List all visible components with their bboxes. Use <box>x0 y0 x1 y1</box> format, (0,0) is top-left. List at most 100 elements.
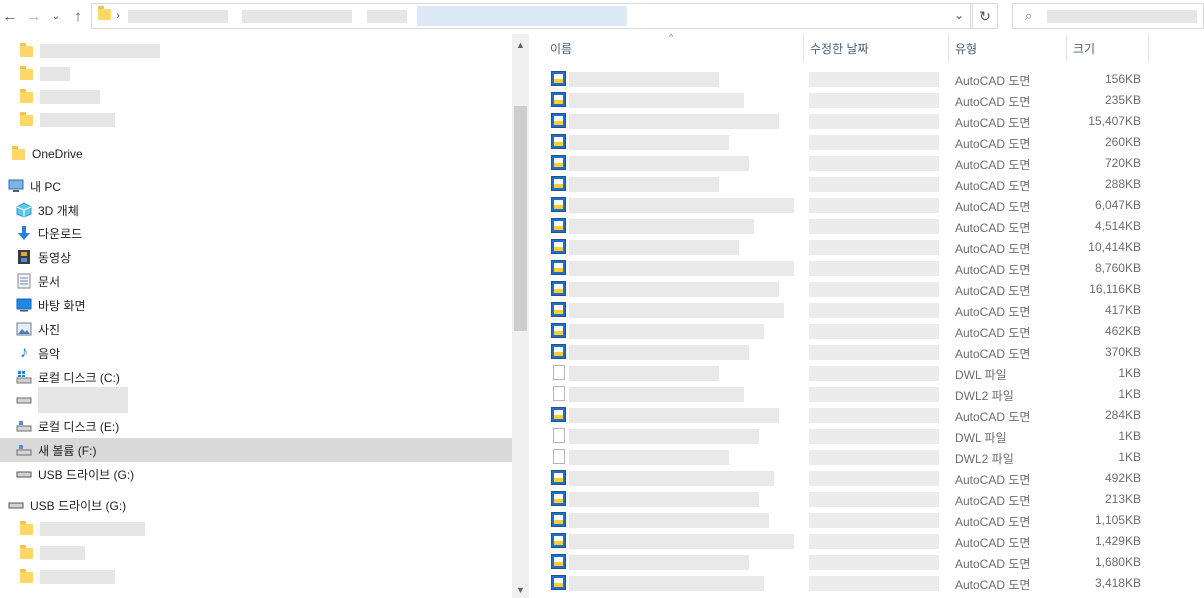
file-row[interactable]: DWL2 파일 1KB <box>529 447 1204 468</box>
nav-drive-f[interactable]: 새 볼륨 (F:) <box>0 438 512 462</box>
file-type: DWL 파일 <box>955 431 1007 445</box>
address-bar[interactable]: › ⌄ <box>91 3 971 29</box>
column-header-size[interactable]: 크기 <box>1067 34 1149 62</box>
file-row[interactable]: DWL 파일 1KB <box>529 426 1204 447</box>
nav-onedrive[interactable]: OneDrive <box>0 142 512 166</box>
file-date-redacted <box>809 555 939 570</box>
file-row[interactable]: DWL 파일 1KB <box>529 363 1204 384</box>
file-row[interactable]: AutoCAD 도면 3,418KB <box>529 573 1204 594</box>
file-row[interactable]: AutoCAD 도면 417KB <box>529 300 1204 321</box>
file-name-redacted <box>569 471 774 486</box>
nav-label-redacted <box>40 522 145 536</box>
forward-arrow-icon[interactable]: → <box>24 6 44 26</box>
nav-this-pc[interactable]: 내 PC <box>0 174 512 198</box>
file-size: 10,414KB <box>1088 240 1141 254</box>
dwg-icon <box>551 239 567 255</box>
nav-folder-redacted[interactable] <box>0 62 512 86</box>
file-row[interactable]: AutoCAD 도면 492KB <box>529 468 1204 489</box>
file-row[interactable]: AutoCAD 도면 720KB <box>529 153 1204 174</box>
windows-drive-icon <box>16 369 32 385</box>
nav-label-redacted <box>40 44 160 58</box>
recent-locations-chevron-icon[interactable]: ⌄ <box>46 6 66 26</box>
file-row[interactable]: AutoCAD 도면 260KB <box>529 132 1204 153</box>
drive-icon <box>16 442 32 458</box>
nav-desktop[interactable]: 바탕 화면 <box>0 293 512 317</box>
file-type: AutoCAD 도면 <box>955 494 1031 508</box>
file-row[interactable]: AutoCAD 도면 284KB <box>529 405 1204 426</box>
file-row[interactable]: AutoCAD 도면 370KB <box>529 342 1204 363</box>
file-date-redacted <box>809 534 939 549</box>
dwg-icon <box>551 302 567 318</box>
file-row[interactable]: AutoCAD 도면 15,407KB <box>529 111 1204 132</box>
nav-drive-e[interactable]: 로컬 디스크 (E:) <box>0 414 512 438</box>
nav-label: 3D 개체 <box>38 203 79 218</box>
file-row[interactable]: AutoCAD 도면 10,414KB <box>529 237 1204 258</box>
nav-documents[interactable]: 문서 <box>0 269 512 293</box>
file-size: 1,105KB <box>1094 513 1141 527</box>
nav-label: 로컬 디스크 (E:) <box>38 419 120 434</box>
file-name-redacted <box>569 72 719 87</box>
nav-folder-redacted[interactable] <box>0 39 512 63</box>
nav-drive-g[interactable]: USB 드라이브 (G:) <box>0 462 512 486</box>
nav-drive-redacted[interactable] <box>0 387 512 413</box>
file-row[interactable]: AutoCAD 도면 288KB <box>529 174 1204 195</box>
file-date-redacted <box>809 366 939 381</box>
column-header-name[interactable]: 이름 <box>544 34 804 62</box>
file-name-redacted <box>569 576 764 591</box>
nav-folder-redacted[interactable] <box>0 541 512 565</box>
nav-label-redacted <box>40 570 115 584</box>
scrollbar-thumb[interactable] <box>514 106 527 331</box>
file-type: DWL2 파일 <box>955 389 1014 403</box>
file-name-redacted <box>569 156 749 171</box>
nav-folder-redacted[interactable] <box>0 85 512 109</box>
up-arrow-icon[interactable]: ↑ <box>68 6 88 26</box>
file-date-redacted <box>809 72 939 87</box>
nav-folder-redacted[interactable] <box>0 517 512 541</box>
scroll-down-arrow-icon[interactable]: ▼ <box>512 581 529 598</box>
usb-drive-icon <box>8 497 24 513</box>
file-row[interactable]: AutoCAD 도면 156KB <box>529 69 1204 90</box>
file-row[interactable]: AutoCAD 도면 1,680KB <box>529 552 1204 573</box>
file-size: 462KB <box>1104 324 1141 338</box>
file-row[interactable]: AutoCAD 도면 1,105KB <box>529 510 1204 531</box>
file-row[interactable]: AutoCAD 도면 213KB <box>529 489 1204 510</box>
file-row[interactable]: AutoCAD 도면 6,047KB <box>529 195 1204 216</box>
nav-scrollbar[interactable]: ▲ ▼ <box>512 34 529 598</box>
file-row[interactable]: AutoCAD 도면 4,514KB <box>529 216 1204 237</box>
nav-videos[interactable]: 동영상 <box>0 245 512 269</box>
nav-folder-redacted[interactable] <box>0 108 512 132</box>
nav-3d-objects[interactable]: 3D 개체 <box>0 198 512 222</box>
address-dropdown-chevron-icon[interactable]: ⌄ <box>954 8 964 22</box>
file-date-redacted <box>809 177 939 192</box>
file-name-redacted <box>569 177 719 192</box>
refresh-icon[interactable]: ↻ <box>972 3 998 29</box>
file-row[interactable]: AutoCAD 도면 1,429KB <box>529 531 1204 552</box>
search-input[interactable]: ⌕ <box>1012 3 1204 29</box>
nav-folder-redacted[interactable] <box>0 565 512 589</box>
file-row[interactable]: AutoCAD 도면 8,760KB <box>529 258 1204 279</box>
back-arrow-icon[interactable]: ← <box>0 6 20 26</box>
file-name-redacted <box>569 135 729 150</box>
file-size: 6,047KB <box>1094 198 1141 212</box>
file-name-redacted <box>569 366 719 381</box>
column-header-date[interactable]: 수정한 날짜 <box>804 34 949 62</box>
file-row[interactable]: AutoCAD 도면 462KB <box>529 321 1204 342</box>
file-name-redacted <box>569 513 769 528</box>
file-date-redacted <box>809 114 939 129</box>
file-row[interactable]: DWL2 파일 1KB <box>529 384 1204 405</box>
file-size: 1,429KB <box>1094 534 1141 548</box>
nav-label: 동영상 <box>38 250 72 265</box>
nav-downloads[interactable]: 다운로드 <box>0 221 512 245</box>
scroll-up-arrow-icon[interactable]: ▲ <box>512 36 529 53</box>
nav-pictures[interactable]: 사진 <box>0 317 512 341</box>
nav-drive-c[interactable]: 로컬 디스크 (C:) <box>0 365 512 389</box>
blank-file-icon <box>551 428 567 444</box>
breadcrumb-redacted <box>128 10 228 23</box>
nav-music[interactable]: ♪ 음악 <box>0 341 512 365</box>
file-row[interactable]: AutoCAD 도면 16,116KB <box>529 279 1204 300</box>
column-label: 수정한 날짜 <box>810 41 869 56</box>
column-header-type[interactable]: 유형 <box>949 34 1067 62</box>
file-row[interactable]: AutoCAD 도면 235KB <box>529 90 1204 111</box>
file-type: AutoCAD 도면 <box>955 179 1031 193</box>
nav-usb-drive-root[interactable]: USB 드라이브 (G:) <box>0 493 512 517</box>
